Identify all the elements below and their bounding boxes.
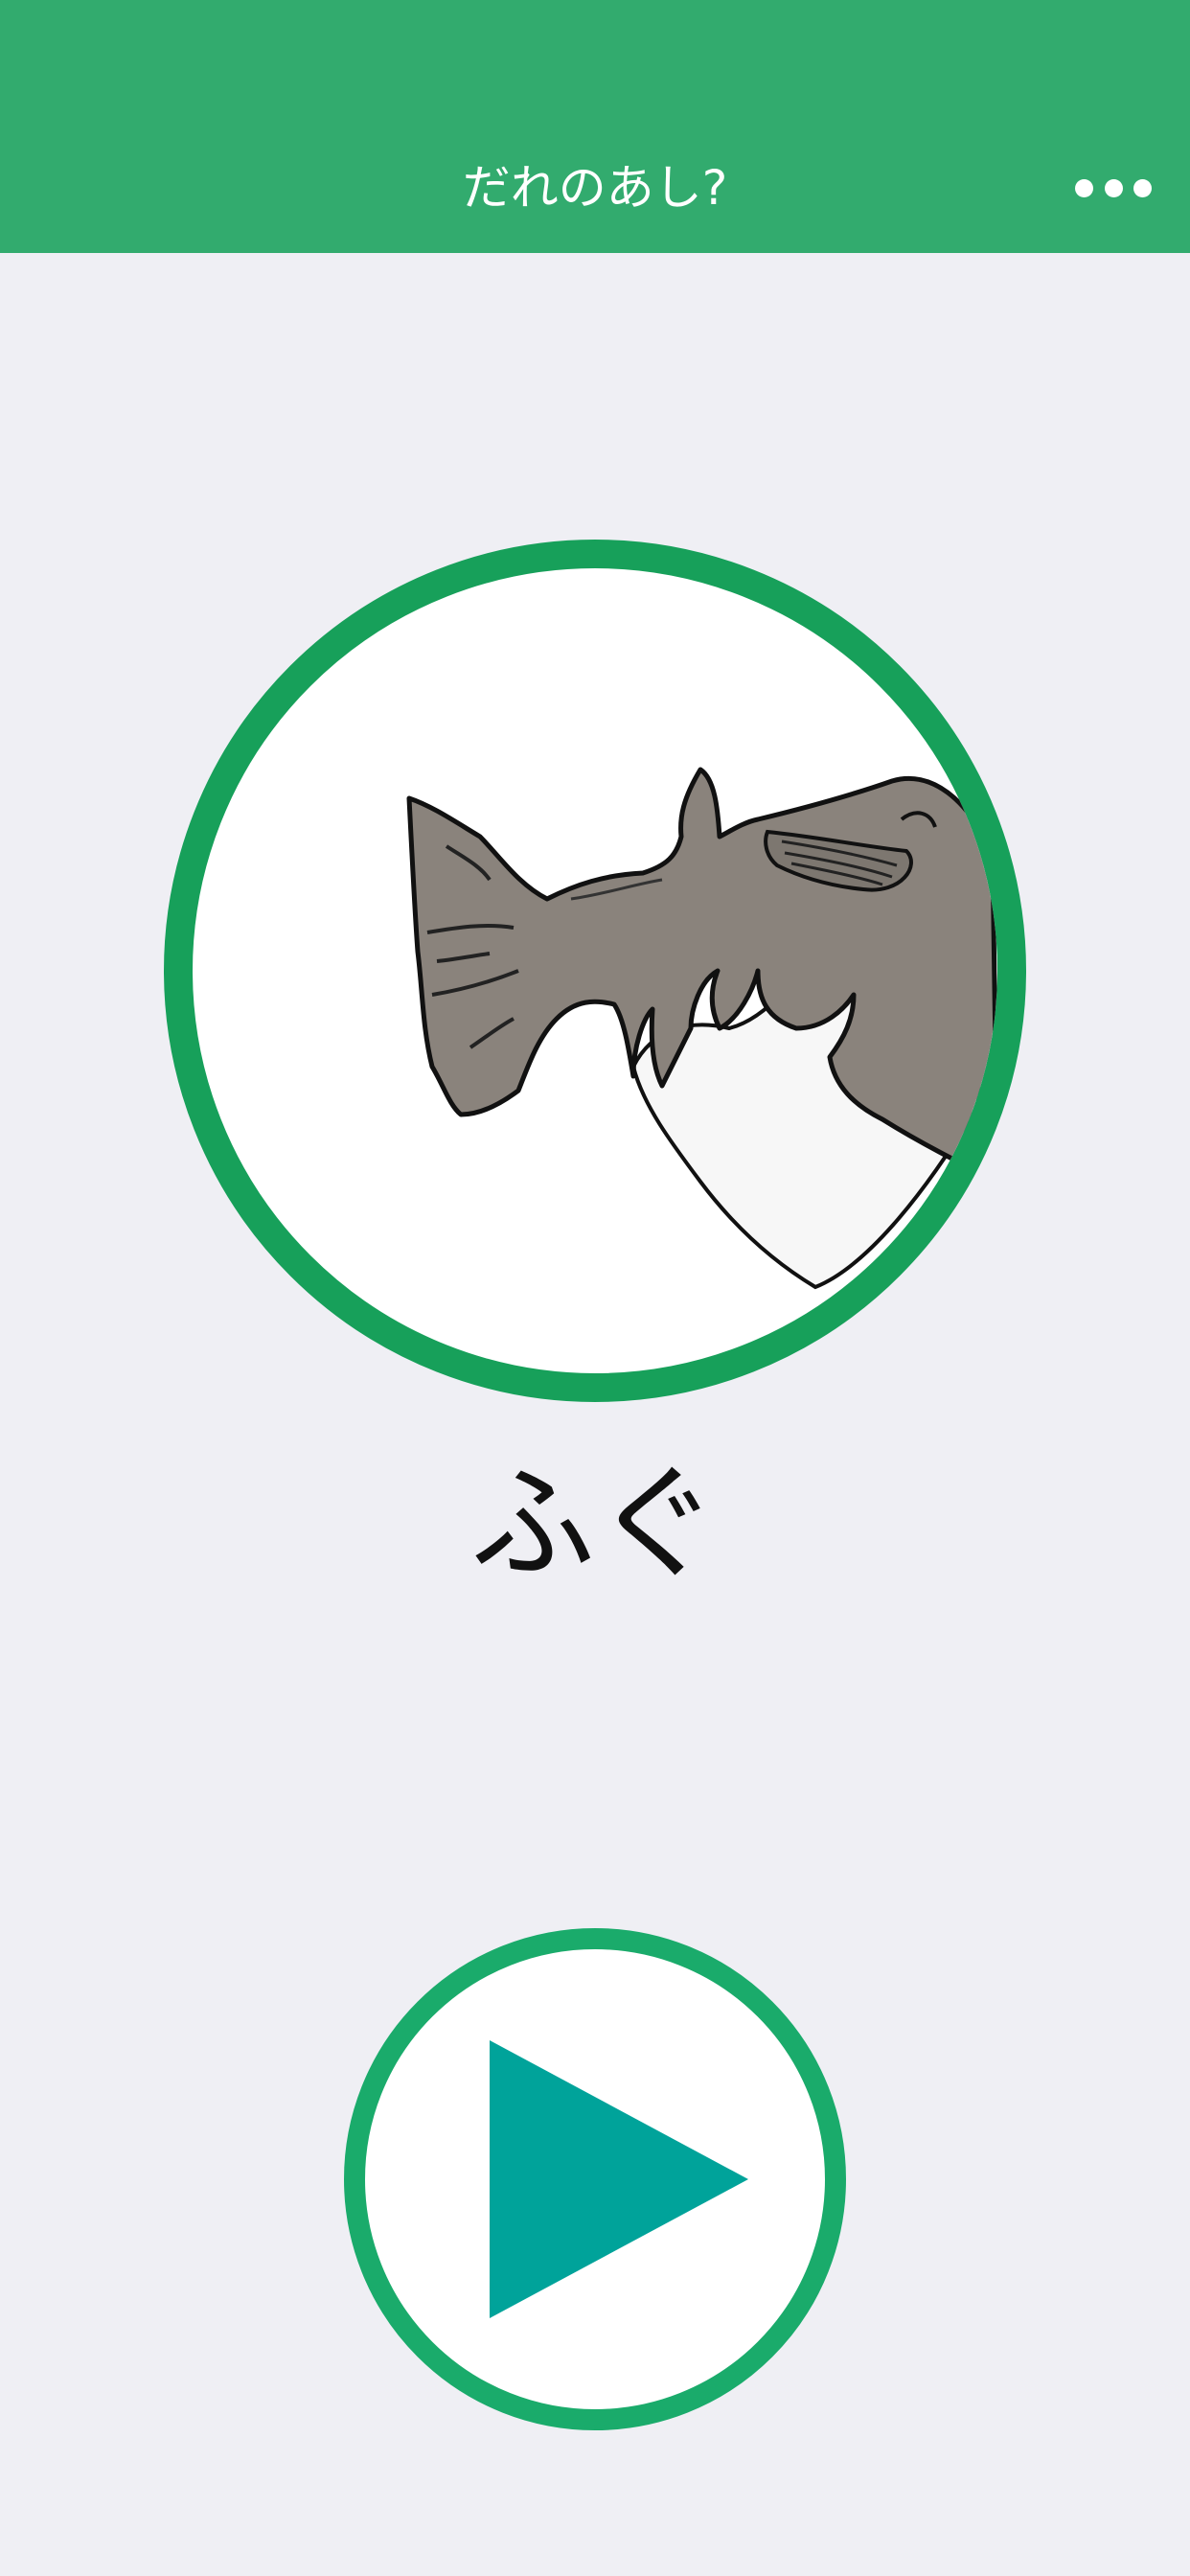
animal-name-label: ふぐ xyxy=(469,1451,720,1597)
more-dot-icon xyxy=(1104,178,1123,197)
more-options-button[interactable] xyxy=(1075,159,1152,217)
play-icon xyxy=(490,2040,748,2318)
play-button[interactable] xyxy=(344,1928,846,2430)
navigation-bar: だれのあし? xyxy=(0,0,1190,253)
more-dot-icon xyxy=(1075,178,1093,197)
animal-image-frame xyxy=(164,540,1026,1402)
page-title: だれのあし? xyxy=(462,160,728,216)
fish-tail-illustration xyxy=(406,767,997,1290)
more-dot-icon xyxy=(1133,178,1152,197)
